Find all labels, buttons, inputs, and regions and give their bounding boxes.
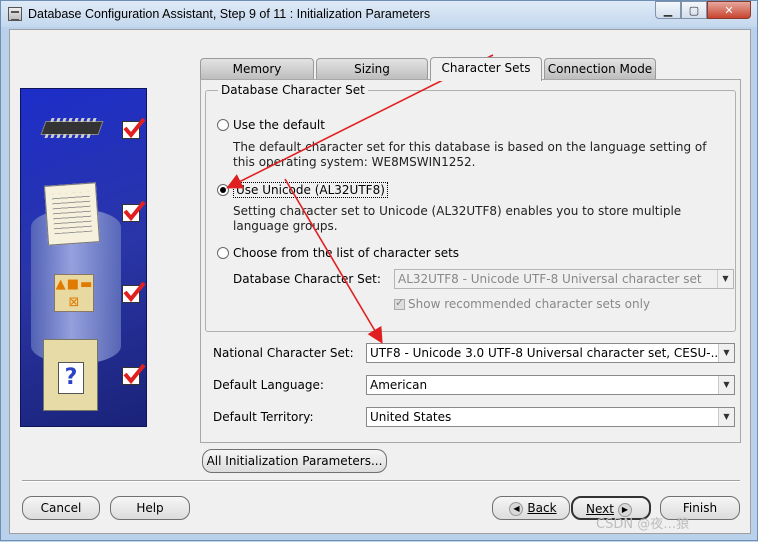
step-check-icon [122,117,146,139]
back-label: Back [527,501,557,515]
national-charset-select[interactable]: UTF8 - Unicode 3.0 UTF-8 Universal chara… [366,343,735,363]
chevron-down-icon[interactable]: ▼ [718,376,734,394]
choose-charset-radio[interactable]: Choose from the list of character sets [217,246,459,260]
watermark: CSDN @夜…狼 [596,517,690,532]
checkbox-box[interactable] [394,296,405,310]
help-folders-icon: ? [43,339,98,411]
all-init-params-button[interactable]: All Initialization Parameters... [202,449,387,473]
window-controls: ▁ ▢ ✕ [655,1,751,19]
step-check-icon [122,200,146,222]
title-bar: Database Configuration Assistant, Step 9… [1,1,757,27]
use-unicode-label: Use Unicode (AL32UTF8) [233,182,388,198]
shapes-icon: ▲ ■ ▬ ⊠ [54,274,94,312]
radio-circle[interactable] [217,184,229,196]
national-charset-label: National Character Set: [213,346,354,360]
use-default-radio[interactable]: Use the default [217,118,325,132]
help-button[interactable]: Help [110,496,190,520]
character-sets-panel: Database Character Set Use the default T… [200,79,741,443]
database-charset-group: Database Character Set Use the default T… [205,83,736,332]
default-language-label: Default Language: [213,378,324,392]
db-charset-value: AL32UTF8 - Unicode UTF-8 Universal chara… [398,272,702,286]
use-unicode-description: Setting character set to Unicode (AL32UT… [233,204,682,233]
default-territory-select[interactable]: United States ▼ [366,407,735,427]
db-charset-label: Database Character Set: [233,272,381,286]
use-default-description: The default character set for this datab… [233,140,707,169]
dbca-window: Database Configuration Assistant, Step 9… [0,0,758,541]
step-check-icon [122,363,146,385]
wizard-side-graphic: ▲ ■ ▬ ⊠ ? [20,88,147,427]
cancel-button[interactable]: Cancel [22,496,100,520]
documents-icon [43,182,101,246]
default-language-value: American [370,378,428,392]
tab-memory[interactable]: Memory [200,58,314,80]
default-language-select[interactable]: American ▼ [366,375,735,395]
use-unicode-radio[interactable]: Use Unicode (AL32UTF8) [217,182,388,198]
radio-circle[interactable] [217,119,229,131]
tab-character-sets[interactable]: Character Sets [430,57,542,81]
chevron-down-icon[interactable]: ▼ [718,344,734,362]
db-charset-select[interactable]: AL32UTF8 - Unicode UTF-8 Universal chara… [394,269,734,289]
chevron-left-icon: ◀ [509,501,524,516]
default-territory-value: United States [370,410,452,424]
show-recommended-checkbox[interactable]: Show recommended character sets only [394,296,651,311]
group-legend: Database Character Set [218,83,368,97]
divider [22,480,740,482]
tab-connection-mode[interactable]: Connection Mode [544,58,656,80]
radio-circle[interactable] [217,247,229,259]
minimize-icon[interactable]: ▁ [655,1,681,19]
window-title: Database Configuration Assistant, Step 9… [28,7,431,21]
national-charset-value: UTF8 - Unicode 3.0 UTF-8 Universal chara… [370,346,723,360]
memory-chip-icon [40,121,104,135]
back-button[interactable]: ◀ Back [492,496,570,520]
use-default-label: Use the default [233,118,325,132]
chevron-down-icon[interactable]: ▼ [717,270,733,288]
show-recommended-label: Show recommended character sets only [408,297,651,311]
close-icon[interactable]: ✕ [707,1,751,19]
wizard-client-area: ▲ ■ ▬ ⊠ ? Memory Sizing Character Sets Conn… [9,29,751,534]
step-check-icon [122,281,146,303]
maximize-icon[interactable]: ▢ [681,1,707,19]
choose-charset-label: Choose from the list of character sets [233,246,460,260]
default-territory-label: Default Territory: [213,410,314,424]
chevron-down-icon[interactable]: ▼ [718,408,734,426]
app-icon [8,7,22,21]
tab-sizing[interactable]: Sizing [316,58,428,80]
